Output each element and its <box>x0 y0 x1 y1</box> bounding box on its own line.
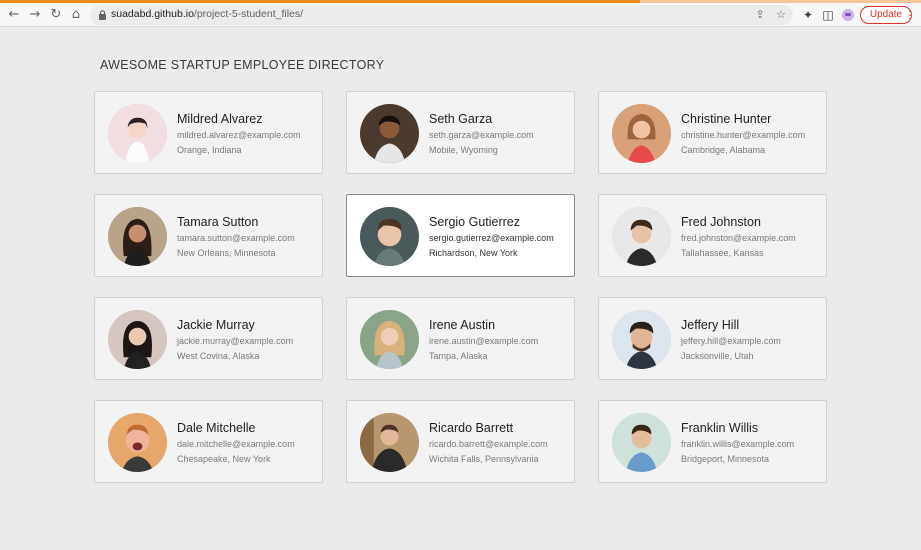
employee-location: Bridgeport, Minnesota <box>681 454 770 464</box>
employee-email: irene.austin@example.com <box>429 336 539 346</box>
employee-photo <box>612 104 671 163</box>
page-title: AWESOME STARTUP EMPLOYEE DIRECTORY <box>100 58 385 72</box>
sidebar-icon[interactable]: ◫ <box>820 7 836 23</box>
employee-location: Richardson, New York <box>429 248 518 258</box>
employee-email: sergio.gutierrez@example.com <box>429 233 554 243</box>
employee-location: Cambridge, Alabama <box>681 145 766 155</box>
employee-email: fred.johnston@example.com <box>681 233 796 243</box>
employee-photo <box>612 310 671 369</box>
employee-card[interactable]: Franklin Willis franklin.willis@example.… <box>598 400 827 483</box>
employee-location: New Orleans, Minnesota <box>177 248 276 258</box>
employee-location: Mobile, Wyoming <box>429 145 498 155</box>
employee-location: Tampa, Alaska <box>429 351 488 361</box>
employee-location: Orange, Indiana <box>177 145 242 155</box>
employee-name: Jackie Murray <box>177 318 255 332</box>
employee-name: Christine Hunter <box>681 112 772 126</box>
reload-icon[interactable]: ↻ <box>46 5 66 25</box>
employee-email: christine.hunter@example.com <box>681 130 806 140</box>
url-text: suadabd.github.io/project-5-student_file… <box>111 8 303 20</box>
employee-photo <box>612 207 671 266</box>
employee-card[interactable]: Mildred Alvarez mildred.alvarez@example.… <box>94 91 323 174</box>
employee-email: dale.mitchelle@example.com <box>177 439 295 449</box>
employee-email: seth.garza@example.com <box>429 130 534 140</box>
employee-email: jackie.murray@example.com <box>177 336 294 346</box>
employee-card[interactable]: Ricardo Barrett ricardo.barrett@example.… <box>346 400 575 483</box>
employee-photo <box>108 310 167 369</box>
employee-location: Chesapeake, New York <box>177 454 271 464</box>
employee-card[interactable]: Tamara Sutton tamara.sutton@example.com … <box>94 194 323 277</box>
lock-icon[interactable] <box>98 10 107 20</box>
kebab-menu-icon[interactable]: ⋮ <box>904 6 916 24</box>
employee-card[interactable]: Seth Garza seth.garza@example.com Mobile… <box>346 91 575 174</box>
employee-email: tamara.sutton@example.com <box>177 233 295 243</box>
employee-photo <box>108 207 167 266</box>
home-icon[interactable]: ⌂ <box>66 5 86 25</box>
employee-photo <box>360 104 419 163</box>
employee-photo <box>612 413 671 472</box>
employee-name: Fred Johnston <box>681 215 761 229</box>
employee-email: franklin.willis@example.com <box>681 439 795 449</box>
employee-photo <box>108 104 167 163</box>
employee-name: Ricardo Barrett <box>429 421 514 435</box>
employee-photo <box>360 413 419 472</box>
employee-name: Tamara Sutton <box>177 215 259 229</box>
employee-email: ricardo.barrett@example.com <box>429 439 548 449</box>
employee-photo <box>360 310 419 369</box>
browser-toolbar: ← → ↻ ⌂ suadabd.github.io/project-5-stud… <box>0 3 921 27</box>
employee-card[interactable]: Fred Johnston fred.johnston@example.com … <box>598 194 827 277</box>
url-path: /project-5-student_files/ <box>193 8 304 20</box>
employee-photo <box>108 413 167 472</box>
employee-card[interactable]: Jackie Murray jackie.murray@example.com … <box>94 297 323 380</box>
employee-name: Franklin Willis <box>681 421 759 435</box>
address-bar[interactable]: suadabd.github.io/project-5-student_file… <box>90 5 793 25</box>
employee-location: Jacksonville, Utah <box>681 351 754 361</box>
employee-name: Seth Garza <box>429 112 493 126</box>
employee-email: jeffery.hill@example.com <box>681 336 781 346</box>
employee-name: Sergio Gutierrez <box>429 215 521 229</box>
employee-card-selected[interactable]: Sergio Gutierrez sergio.gutierrez@exampl… <box>346 194 575 277</box>
bookmark-star-icon[interactable]: ☆ <box>774 8 788 22</box>
employee-name: Jeffery Hill <box>681 318 740 332</box>
url-host: suadabd.github.io <box>111 8 194 20</box>
employee-email: mildred.alvarez@example.com <box>177 130 301 140</box>
forward-arrow-icon[interactable]: → <box>25 5 45 25</box>
employee-location: Tallahassee, Kansas <box>681 248 764 258</box>
share-icon[interactable]: ⇪ <box>753 8 767 22</box>
employee-name: Dale Mitchelle <box>177 421 256 435</box>
employee-card[interactable]: Christine Hunter christine.hunter@exampl… <box>598 91 827 174</box>
employee-gallery: Mildred Alvarez mildred.alvarez@example.… <box>94 91 828 484</box>
employee-location: West Covina, Alaska <box>177 351 260 361</box>
employee-card[interactable]: Jeffery Hill jeffery.hill@example.com Ja… <box>598 297 827 380</box>
employee-name: Irene Austin <box>429 318 496 332</box>
profile-avatar-icon[interactable] <box>842 9 854 21</box>
employee-card[interactable]: Irene Austin irene.austin@example.com Ta… <box>346 297 575 380</box>
employee-photo <box>360 207 419 266</box>
employee-name: Mildred Alvarez <box>177 112 263 126</box>
employee-card[interactable]: Dale Mitchelle dale.mitchelle@example.co… <box>94 400 323 483</box>
employee-location: Wichita Falls, Pennsylvania <box>429 454 539 464</box>
back-arrow-icon[interactable]: ← <box>4 5 24 25</box>
extensions-puzzle-icon[interactable]: ✦ <box>800 7 816 23</box>
